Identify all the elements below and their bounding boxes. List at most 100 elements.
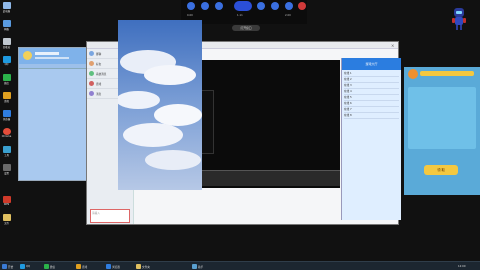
avatar <box>408 69 418 79</box>
chat-small-title-bar <box>35 52 59 55</box>
wps-icon <box>2 196 11 203</box>
avatar <box>89 91 94 96</box>
toolbar-button-4[interactable] <box>257 2 265 10</box>
right-panel-title: 游戏大厅 <box>342 58 401 70</box>
desktop-icon-recycle[interactable]: 回收站 <box>0 38 13 52</box>
right-panel[interactable]: 游戏大厅 在线 1 在线 2 在线 3 在线 4 在线 5 在线 6 在线 7 … <box>341 58 401 220</box>
contact-name: 游戏 <box>96 82 102 86</box>
avatar <box>89 81 94 86</box>
robot-mascot-icon[interactable] <box>450 6 468 32</box>
taskbar-label: 助手 <box>198 265 204 269</box>
avatar <box>89 51 94 56</box>
toolbar-button-record[interactable] <box>298 2 306 10</box>
network-icon <box>2 20 11 27</box>
computer-icon <box>2 2 11 9</box>
taskbar-item-browser[interactable]: 浏览器 <box>106 263 120 270</box>
desktop-icon-label: 游戏 <box>4 100 9 103</box>
taskbar-label: 开始 <box>8 265 14 269</box>
desktop-icon-wps[interactable]: WPS <box>0 196 13 210</box>
assistant-icon <box>192 264 197 269</box>
taskbar-label: 文件夹 <box>142 265 150 269</box>
taskbar-item-qq[interactable]: QQ <box>20 263 30 270</box>
avatar <box>89 61 94 66</box>
taskbar-item-wechat[interactable]: 微信 <box>44 263 55 270</box>
desktop-icon-files[interactable]: 文件 <box>0 214 13 228</box>
game-icon <box>76 264 81 269</box>
desktop-icon-tools[interactable]: 工具 <box>0 146 13 160</box>
promo-panel[interactable]: 领 取 <box>404 67 480 195</box>
desktop-icon-label: 浏览器 <box>2 118 11 121</box>
taskbar-label: 游戏 <box>82 265 88 269</box>
close-icon[interactable]: × <box>391 43 396 48</box>
start-button[interactable]: 开始 <box>2 263 13 270</box>
chat-small-header <box>19 48 95 64</box>
desktop-icon-label: QQ <box>4 63 9 66</box>
contact-name: 群聊 <box>96 52 102 56</box>
desktop-icon-label: 设置 <box>4 172 9 175</box>
recycle-bin-icon <box>2 38 11 45</box>
toolbar-value-left: 0.00 <box>187 14 193 17</box>
input-placeholder: 请输入 <box>92 212 100 215</box>
desktop-icon-qq[interactable]: QQ <box>0 56 13 70</box>
desktop-icon-chrome[interactable]: Chrome <box>0 128 13 142</box>
folder-icon <box>136 264 141 269</box>
chrome-icon <box>2 128 11 135</box>
desktop-icon-label: 回收站 <box>2 46 11 49</box>
taskbar: 开始 QQ 微信 游戏 浏览器 文件夹 助手 12:00 <box>0 261 480 270</box>
wechat-icon <box>2 74 11 81</box>
contact-name: 好友 <box>96 62 102 66</box>
sky-image <box>118 20 202 190</box>
toolbar-button-2[interactable] <box>201 2 209 10</box>
toolbar-center-logo[interactable] <box>234 1 252 11</box>
taskbar-label: 浏览器 <box>112 265 120 269</box>
desktop-icon-settings[interactable]: 设置 <box>0 164 13 178</box>
toolbar-button-5[interactable] <box>271 2 279 10</box>
wechat-icon <box>44 264 49 269</box>
desktop-icon-label: 文件 <box>4 222 9 225</box>
desktop-icon-wechat[interactable]: 微信 <box>0 74 13 88</box>
chat-small-toolbar <box>19 64 95 69</box>
chat-small-subtitle-bar <box>35 57 69 59</box>
avatar <box>23 51 32 60</box>
open-window-button[interactable]: 打开窗口 <box>232 25 260 31</box>
tools-icon <box>2 146 11 153</box>
gear-icon <box>2 164 11 171</box>
desktop-icon-label: Chrome <box>1 135 12 138</box>
toolbar-value-mid: 1.11 <box>237 14 243 17</box>
toolbar-button-6[interactable] <box>285 2 293 10</box>
promo-scene <box>408 87 476 149</box>
folder-icon <box>2 214 11 221</box>
game-icon <box>2 92 11 99</box>
desktop-icon-computer[interactable]: 此电脑 <box>0 2 13 16</box>
desktop-icon-label: 工具 <box>4 154 9 157</box>
desktop: 此电脑 网络 回收站 QQ 微信 游戏 浏览器 Chrome 工具 设置 WPS… <box>0 0 480 261</box>
promo-banner <box>420 71 474 76</box>
taskbar-item-assistant[interactable]: 助手 <box>192 263 203 270</box>
taskbar-item-folder[interactable]: 文件夹 <box>136 263 150 270</box>
contact-name: 系统消息 <box>96 72 107 76</box>
qq-icon <box>2 56 11 63</box>
desktop-icon-label: 此电脑 <box>2 10 11 13</box>
desktop-icon-game[interactable]: 游戏 <box>0 92 13 106</box>
toolbar-value-right: 2.00 <box>285 14 291 17</box>
desktop-icon-browser[interactable]: 浏览器 <box>0 110 13 124</box>
desktop-icon-label: 网络 <box>4 28 9 31</box>
windows-icon <box>2 264 7 269</box>
taskbar-clock[interactable]: 12:00 <box>458 263 465 270</box>
toolbar-button-3[interactable] <box>215 2 223 10</box>
qq-icon <box>20 264 25 269</box>
taskbar-label: 微信 <box>50 265 56 269</box>
toolbar-button-1[interactable] <box>187 2 195 10</box>
desktop-icon-network[interactable]: 网络 <box>0 20 13 34</box>
desktop-icon-label: WPS <box>3 203 10 206</box>
avatar <box>89 71 94 76</box>
chat-window-small[interactable] <box>18 47 96 181</box>
panel-row[interactable]: 在线 8 <box>344 113 399 119</box>
browser-icon <box>2 110 11 117</box>
desktop-icon-label: 微信 <box>4 82 9 85</box>
claim-button[interactable]: 领 取 <box>424 165 458 175</box>
taskbar-label: QQ <box>26 265 31 268</box>
message-input[interactable]: 请输入 <box>90 209 130 223</box>
browser-icon <box>106 264 111 269</box>
taskbar-item-game[interactable]: 游戏 <box>76 263 87 270</box>
